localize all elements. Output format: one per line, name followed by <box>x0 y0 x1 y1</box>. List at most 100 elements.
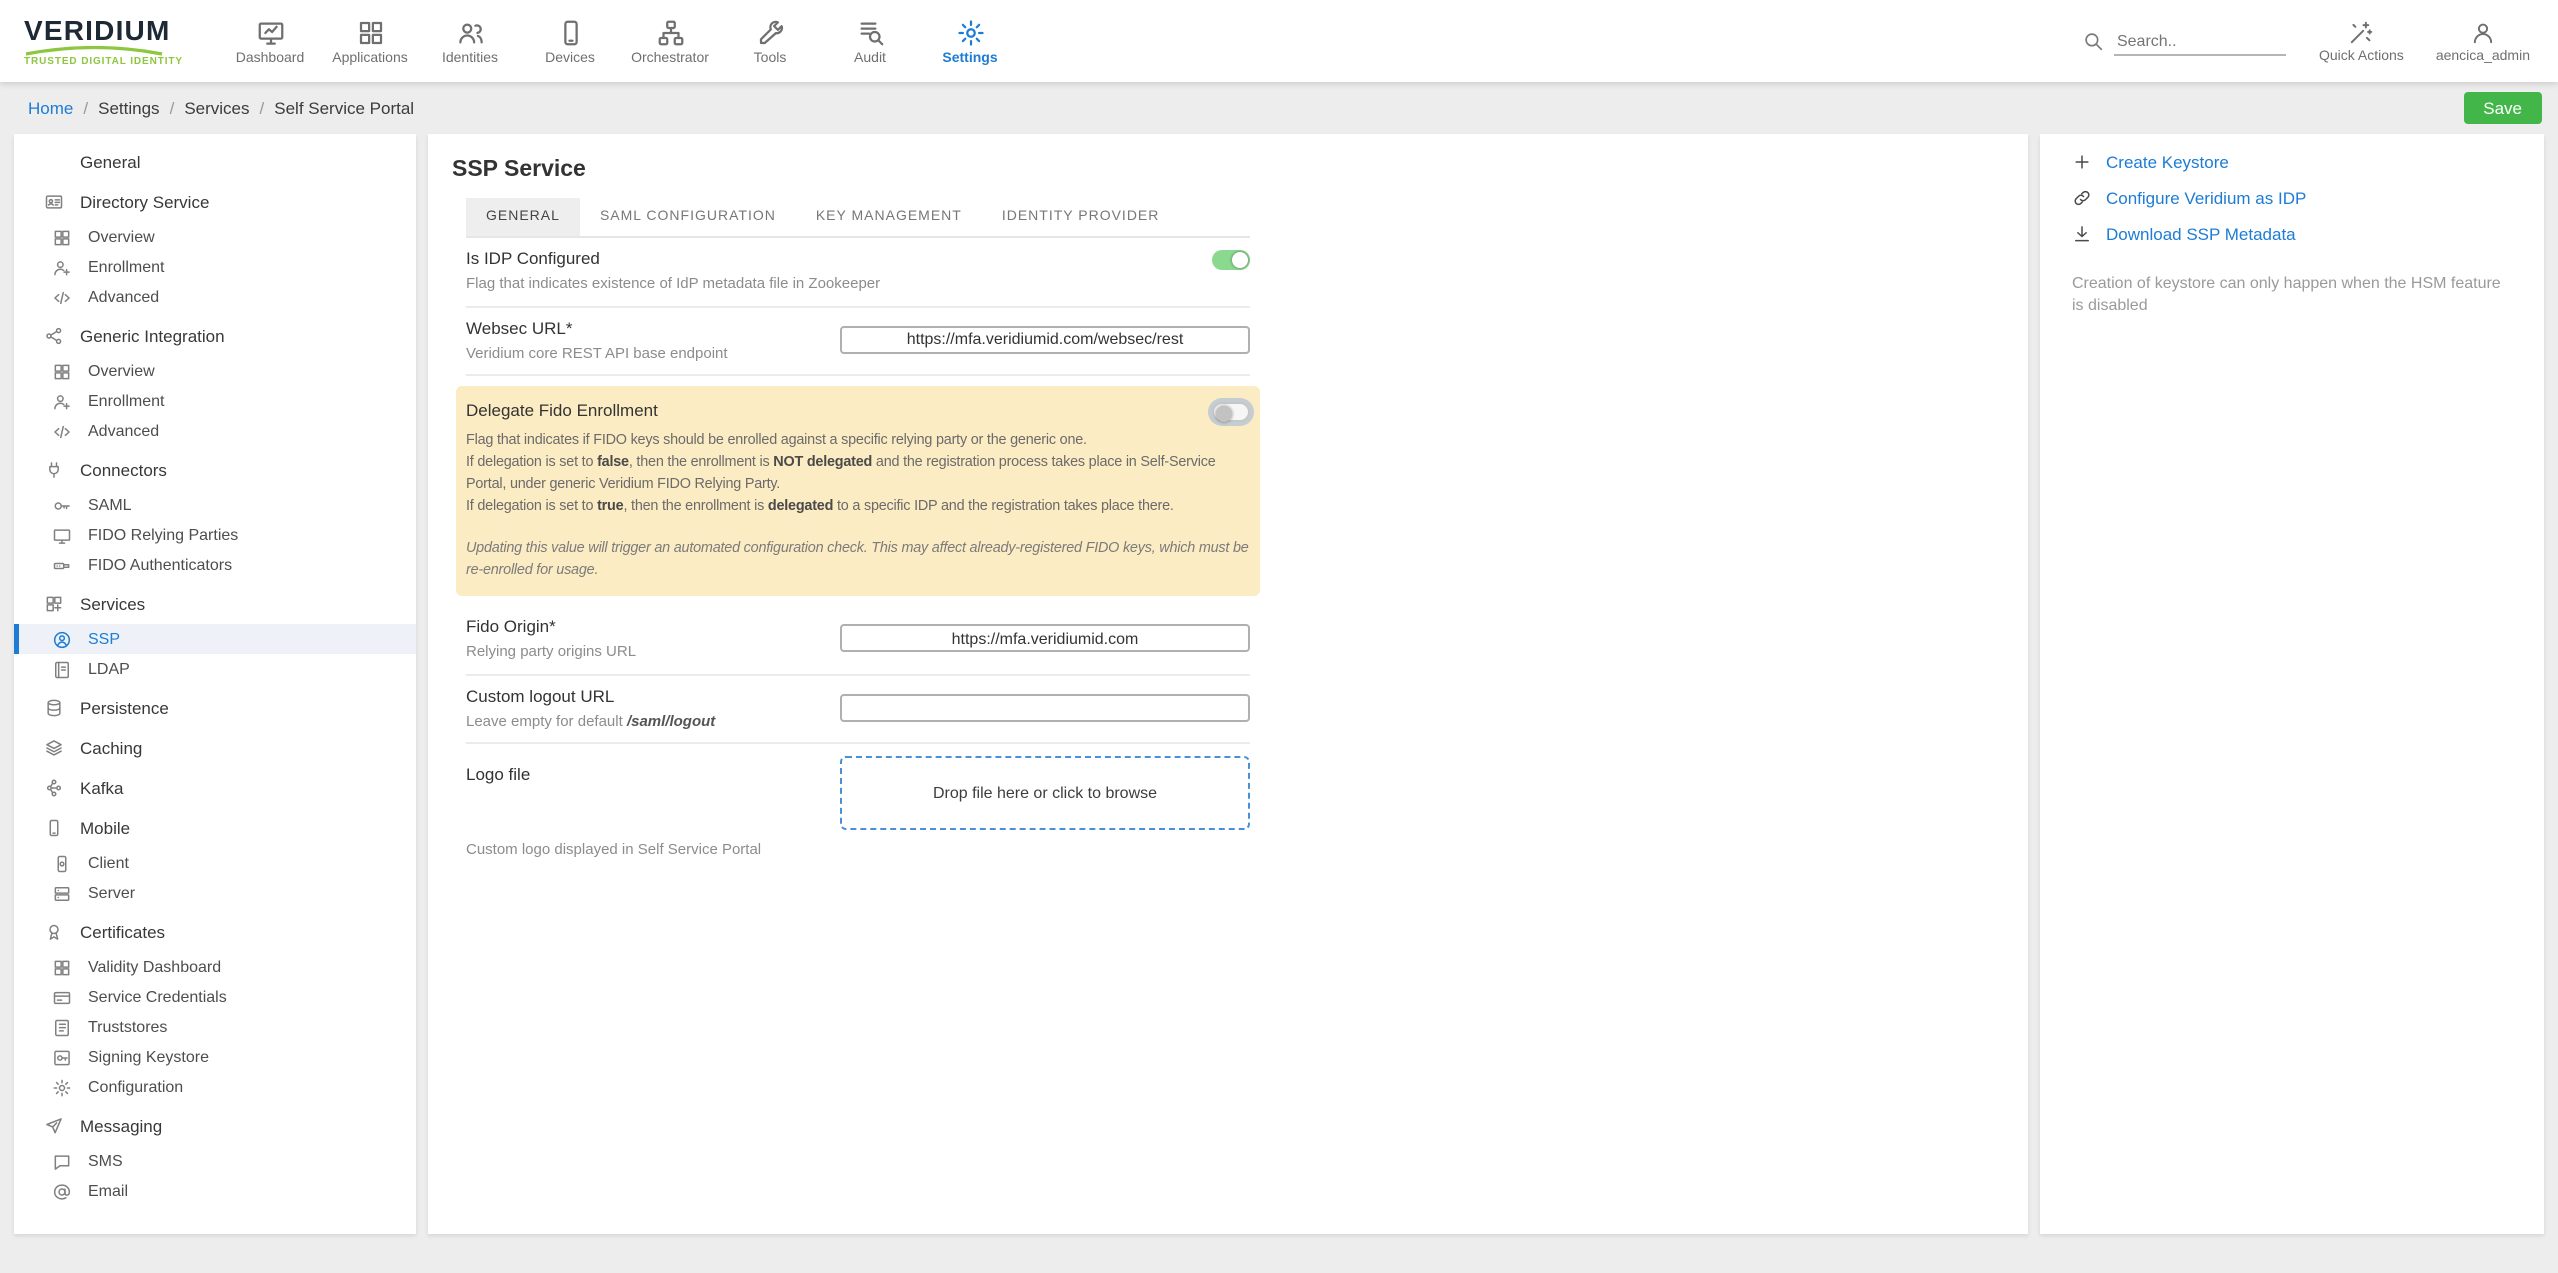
sidebar-item-enrollment[interactable]: Enrollment <box>14 386 416 416</box>
sidebar-item-kafka[interactable]: Kafka <box>14 772 416 804</box>
nav-item-devices[interactable]: Devices <box>520 11 620 71</box>
nav-item-settings[interactable]: Settings <box>920 11 1020 71</box>
action-label: Download SSP Metadata <box>2106 224 2296 244</box>
save-button[interactable]: Save <box>2463 92 2542 124</box>
person-add-icon <box>52 257 72 277</box>
tab-key-management[interactable]: KEY MANAGEMENT <box>796 198 982 236</box>
keystore-icon <box>52 1047 72 1067</box>
fido-origin-input[interactable] <box>840 625 1250 653</box>
sidebar-item-label: SMS <box>88 1152 123 1170</box>
sidebar-item-saml[interactable]: SAML <box>14 490 416 520</box>
identities-icon <box>455 17 485 47</box>
no-icon <box>44 152 64 172</box>
orchestrator-icon <box>655 17 685 47</box>
search-icon <box>2083 29 2105 51</box>
user-menu[interactable]: aencica_admin <box>2436 19 2530 63</box>
sidebar-item-fido-relying-parties[interactable]: FIDO Relying Parties <box>14 520 416 550</box>
download-ssp-metadata-action[interactable]: Download SSP Metadata <box>2072 224 2512 244</box>
custom-logout-url-label: Custom logout URL <box>466 685 820 707</box>
sidebar-item-email[interactable]: Email <box>14 1176 416 1206</box>
sidebar-item-advanced[interactable]: Advanced <box>14 416 416 446</box>
custom-logout-url-input[interactable] <box>840 694 1250 722</box>
sidebar-item-validity-dashboard[interactable]: Validity Dashboard <box>14 952 416 982</box>
sidebar-item-general[interactable]: General <box>14 146 416 178</box>
sidebar-item-ldap[interactable]: LDAP <box>14 654 416 684</box>
nav-item-audit[interactable]: Audit <box>820 11 920 71</box>
connector-icon <box>44 460 64 480</box>
sidebar-item-label: Messaging <box>80 1116 162 1136</box>
sidebar-item-label: Signing Keystore <box>88 1048 209 1066</box>
sidebar-item-messaging[interactable]: Messaging <box>14 1110 416 1142</box>
sidebar-item-ssp[interactable]: SSP <box>14 624 416 654</box>
delegate-fido-description-line: If delegation is set to false, then the … <box>466 450 1250 494</box>
breadcrumb-settings[interactable]: Settings <box>98 98 159 118</box>
search-input[interactable] <box>2115 27 2287 55</box>
page-title: SSP Service <box>452 158 2008 182</box>
breadcrumb-home[interactable]: Home <box>28 98 73 118</box>
sidebar-item-label: SSP <box>88 630 120 648</box>
sidebar-item-caching[interactable]: Caching <box>14 732 416 764</box>
sidebar-item-fido-authenticators[interactable]: FIDO Authenticators <box>14 550 416 580</box>
ssp-general-form: Is IDP Configured Flag that indicates ex… <box>466 238 1250 875</box>
is-idp-configured-description: Flag that indicates existence of IdP met… <box>466 274 1192 293</box>
layers-icon <box>44 738 64 758</box>
sidebar-item-overview[interactable]: Overview <box>14 222 416 252</box>
logo-file-description: Custom logo displayed in Self Service Po… <box>466 840 1250 859</box>
person-add-icon <box>52 391 72 411</box>
nav-item-tools[interactable]: Tools <box>720 11 820 71</box>
is-idp-configured-toggle[interactable] <box>1212 250 1250 270</box>
sidebar-item-services[interactable]: Services <box>14 588 416 620</box>
sidebar-item-label: LDAP <box>88 660 130 678</box>
delegate-fido-toggle[interactable] <box>1212 402 1250 422</box>
sidebar-item-generic-integration[interactable]: Generic Integration <box>14 320 416 352</box>
nav-item-dashboard[interactable]: Dashboard <box>220 11 320 71</box>
sidebar-item-service-credentials[interactable]: Service Credentials <box>14 982 416 1012</box>
keystore-hsm-note: Creation of keystore can only happen whe… <box>2072 272 2512 316</box>
sidebar-item-persistence[interactable]: Persistence <box>14 692 416 724</box>
sidebar-item-truststores[interactable]: Truststores <box>14 1012 416 1042</box>
sidebar-item-enrollment[interactable]: Enrollment <box>14 252 416 282</box>
tab-saml-configuration[interactable]: SAML CONFIGURATION <box>580 198 796 236</box>
tab-identity-provider[interactable]: IDENTITY PROVIDER <box>982 198 1180 236</box>
toggle-knob <box>1215 405 1231 421</box>
nav-item-label: Settings <box>942 51 997 65</box>
create-keystore-action[interactable]: Create Keystore <box>2072 152 2512 172</box>
nav-item-identities[interactable]: Identities <box>420 11 520 71</box>
sidebar-item-label: Directory Service <box>80 192 209 212</box>
brand-name: VERIDIUM <box>24 15 208 43</box>
sidebar-item-mobile[interactable]: Mobile <box>14 812 416 844</box>
tab-general[interactable]: GENERAL <box>466 198 580 236</box>
sidebar-item-connectors[interactable]: Connectors <box>14 454 416 486</box>
send-icon <box>44 1116 64 1136</box>
download-icon <box>2072 224 2092 244</box>
configure-veridium-idp-action[interactable]: Configure Veridium as IDP <box>2072 188 2512 208</box>
top-navigation: DashboardApplicationsIdentitiesDevicesOr… <box>220 11 1020 71</box>
breadcrumb-services[interactable]: Services <box>184 98 249 118</box>
logo-dropzone[interactable]: Drop file here or click to browse <box>840 756 1250 830</box>
sidebar-item-certificates[interactable]: Certificates <box>14 916 416 948</box>
nav-item-applications[interactable]: Applications <box>320 11 420 71</box>
ledger-icon <box>52 1017 72 1037</box>
sidebar-item-sms[interactable]: SMS <box>14 1146 416 1176</box>
breadcrumb-bar: Home / Settings / Services / Self Servic… <box>0 82 2558 134</box>
code-icon <box>52 287 72 307</box>
veridium-logo: VERIDIUM TRUSTED DIGITAL IDENTITY <box>24 15 208 67</box>
sidebar-item-directory-service[interactable]: Directory Service <box>14 186 416 218</box>
quick-actions-button[interactable]: Quick Actions <box>2319 19 2404 63</box>
sidebar-item-advanced[interactable]: Advanced <box>14 282 416 312</box>
monitor-icon <box>52 525 72 545</box>
sidebar-item-server[interactable]: Server <box>14 878 416 908</box>
tools-icon <box>755 17 785 47</box>
sidebar-item-overview[interactable]: Overview <box>14 356 416 386</box>
content-area: GeneralDirectory ServiceOverviewEnrollme… <box>0 134 2558 1234</box>
delegate-fido-description-line: Flag that indicates if FIDO keys should … <box>466 428 1250 450</box>
sidebar-item-label: Email <box>88 1182 128 1200</box>
nav-item-orchestrator[interactable]: Orchestrator <box>620 11 720 71</box>
fido-origin-label: Fido Origin* <box>466 616 820 638</box>
websec-url-input[interactable] <box>840 326 1250 354</box>
server-icon <box>52 883 72 903</box>
ssp-service-card: SSP Service GENERAL SAML CONFIGURATION K… <box>428 134 2028 1234</box>
sidebar-item-client[interactable]: Client <box>14 848 416 878</box>
sidebar-item-configuration[interactable]: Configuration <box>14 1072 416 1102</box>
sidebar-item-signing-keystore[interactable]: Signing Keystore <box>14 1042 416 1072</box>
